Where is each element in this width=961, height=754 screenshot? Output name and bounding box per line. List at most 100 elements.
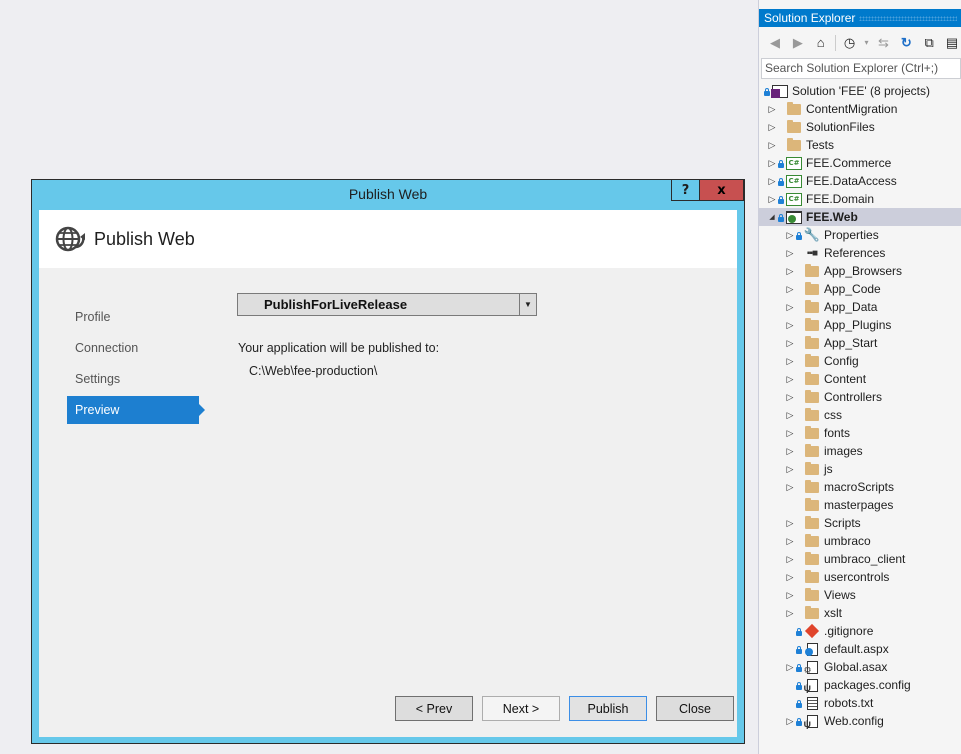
expand-arrow-icon[interactable]: ▷	[785, 410, 795, 421]
expand-arrow-icon[interactable]: ▷	[785, 608, 795, 619]
tree-item[interactable]: ▷ 🔧 Properties	[759, 226, 961, 244]
tree-item[interactable]: .gitignore	[759, 622, 961, 640]
home-icon[interactable]: ⌂	[812, 34, 830, 52]
pending-changes-filter-icon[interactable]: ◷	[841, 34, 859, 52]
expand-arrow-icon[interactable]: ▷	[785, 284, 795, 295]
solution-icon	[771, 84, 788, 98]
step-preview[interactable]: Preview	[67, 396, 205, 424]
publish-web-dialog: Publish Web ? x Publish Web Profile Conn…	[31, 179, 745, 744]
expand-arrow-icon[interactable]: ▷	[785, 572, 795, 583]
close-button[interactable]: Close	[656, 696, 734, 721]
prev-button[interactable]: < Prev	[395, 696, 473, 721]
tree-item[interactable]: ▷ Web.config	[759, 712, 961, 730]
tree-item[interactable]: masterpages	[759, 496, 961, 514]
tree-item[interactable]: ▷ Scripts	[759, 514, 961, 532]
tree-item[interactable]: ▷ images	[759, 442, 961, 460]
tree-item-label: robots.txt	[824, 696, 874, 710]
folder-icon	[804, 317, 820, 332]
collapse-arrow-icon[interactable]: ◢	[767, 213, 777, 221]
expand-arrow-icon[interactable]: ▷	[785, 248, 795, 259]
tree-item[interactable]: ▷ App_Start	[759, 334, 961, 352]
tree-item[interactable]: ▷ ▪▪■ References	[759, 244, 961, 262]
expand-arrow-icon[interactable]: ▷	[785, 536, 795, 547]
expand-arrow-icon[interactable]: ▷	[767, 122, 777, 133]
expand-arrow-icon[interactable]: ▷	[785, 356, 795, 367]
tree-item[interactable]: ▷ C# FEE.Domain	[759, 190, 961, 208]
tree-item[interactable]: packages.config	[759, 676, 961, 694]
tree-item[interactable]: ▷ js	[759, 460, 961, 478]
expand-arrow-icon[interactable]: ▷	[767, 140, 777, 151]
step-connection[interactable]: Connection	[67, 334, 199, 362]
tree-item-label: css	[824, 408, 842, 422]
title-grip[interactable]	[859, 16, 957, 21]
tree-item[interactable]: ▷ Global.asax	[759, 658, 961, 676]
tree-item[interactable]: ▷ usercontrols	[759, 568, 961, 586]
tree-item[interactable]: ▷ Controllers	[759, 388, 961, 406]
expand-arrow-icon[interactable]: ▷	[785, 230, 795, 241]
toolbar-separator	[834, 34, 836, 51]
collapse-all-icon[interactable]: ⧉	[920, 34, 938, 52]
tree-item[interactable]: ▷ macroScripts	[759, 478, 961, 496]
tree-item[interactable]: ▷ fonts	[759, 424, 961, 442]
tree-item-label: masterpages	[824, 498, 894, 512]
help-button[interactable]: ?	[671, 180, 699, 201]
close-window-button[interactable]: x	[699, 180, 744, 201]
step-profile[interactable]: Profile	[67, 303, 199, 331]
tree-item[interactable]: ▷ C# FEE.Commerce	[759, 154, 961, 172]
expand-arrow-icon[interactable]: ▷	[785, 482, 795, 493]
dropdown-arrow-icon[interactable]: ▾	[864, 34, 870, 52]
tree-item[interactable]: ▷ umbraco_client	[759, 550, 961, 568]
tree-item[interactable]: Solution 'FEE' (8 projects)	[759, 82, 961, 100]
lock-spacer	[795, 573, 803, 582]
forward-icon[interactable]: ▶	[789, 34, 807, 52]
tree-item[interactable]: ▷ xslt	[759, 604, 961, 622]
tree-item[interactable]: default.aspx	[759, 640, 961, 658]
publish-button[interactable]: Publish	[569, 696, 647, 721]
refresh-icon[interactable]: ↻	[897, 34, 915, 52]
tree-item[interactable]: ▷ Content	[759, 370, 961, 388]
sync-icon[interactable]: ⇆	[874, 34, 892, 52]
expand-arrow-icon[interactable]: ▷	[767, 104, 777, 115]
tree-item[interactable]: ▷ C# FEE.DataAccess	[759, 172, 961, 190]
expand-arrow-icon[interactable]: ▷	[785, 590, 795, 601]
profile-dropdown[interactable]: PublishForLiveRelease ▼	[237, 293, 537, 316]
expand-arrow-icon[interactable]: ▷	[785, 716, 795, 727]
tree-item[interactable]: ◢ FEE.Web	[759, 208, 961, 226]
search-solution-explorer-input[interactable]: Search Solution Explorer (Ctrl+;)	[761, 58, 961, 79]
expand-arrow-icon[interactable]: ▷	[785, 392, 795, 403]
tree-item[interactable]: ▷ umbraco	[759, 532, 961, 550]
tree-item[interactable]: ▷ Tests	[759, 136, 961, 154]
tree-item[interactable]: ▷ App_Plugins	[759, 316, 961, 334]
expand-arrow-icon[interactable]: ▷	[785, 446, 795, 457]
expand-arrow-icon[interactable]: ▷	[767, 194, 777, 205]
source-control-lock-icon	[777, 213, 785, 222]
tree-item[interactable]: ▷ Config	[759, 352, 961, 370]
expand-arrow-icon[interactable]: ▷	[785, 428, 795, 439]
tree-item[interactable]: ▷ css	[759, 406, 961, 424]
expand-arrow-icon[interactable]: ▷	[785, 338, 795, 349]
folder-icon	[804, 353, 820, 368]
next-button[interactable]: Next >	[482, 696, 560, 721]
expand-arrow-icon[interactable]: ▷	[785, 518, 795, 529]
tree-item[interactable]: ▷ App_Browsers	[759, 262, 961, 280]
show-all-files-icon[interactable]: ▤	[943, 34, 961, 52]
expand-arrow-icon[interactable]: ▷	[767, 176, 777, 187]
back-icon[interactable]: ◀	[766, 34, 784, 52]
expand-arrow-icon[interactable]: ▷	[785, 554, 795, 565]
text-file-icon	[804, 696, 820, 710]
tree-item[interactable]: ▷ App_Code	[759, 280, 961, 298]
expand-arrow-icon[interactable]: ▷	[785, 662, 795, 673]
tree-item[interactable]: ▷ Views	[759, 586, 961, 604]
expand-arrow-icon[interactable]: ▷	[785, 374, 795, 385]
chevron-down-icon[interactable]: ▼	[519, 294, 536, 315]
tree-item[interactable]: ▷ SolutionFiles	[759, 118, 961, 136]
expand-arrow-icon[interactable]: ▷	[785, 302, 795, 313]
expand-arrow-icon[interactable]: ▷	[767, 158, 777, 169]
expand-arrow-icon[interactable]: ▷	[785, 320, 795, 331]
tree-item[interactable]: robots.txt	[759, 694, 961, 712]
step-settings[interactable]: Settings	[67, 365, 199, 393]
expand-arrow-icon[interactable]: ▷	[785, 266, 795, 277]
expand-arrow-icon[interactable]: ▷	[785, 464, 795, 475]
tree-item[interactable]: ▷ ContentMigration	[759, 100, 961, 118]
tree-item[interactable]: ▷ App_Data	[759, 298, 961, 316]
